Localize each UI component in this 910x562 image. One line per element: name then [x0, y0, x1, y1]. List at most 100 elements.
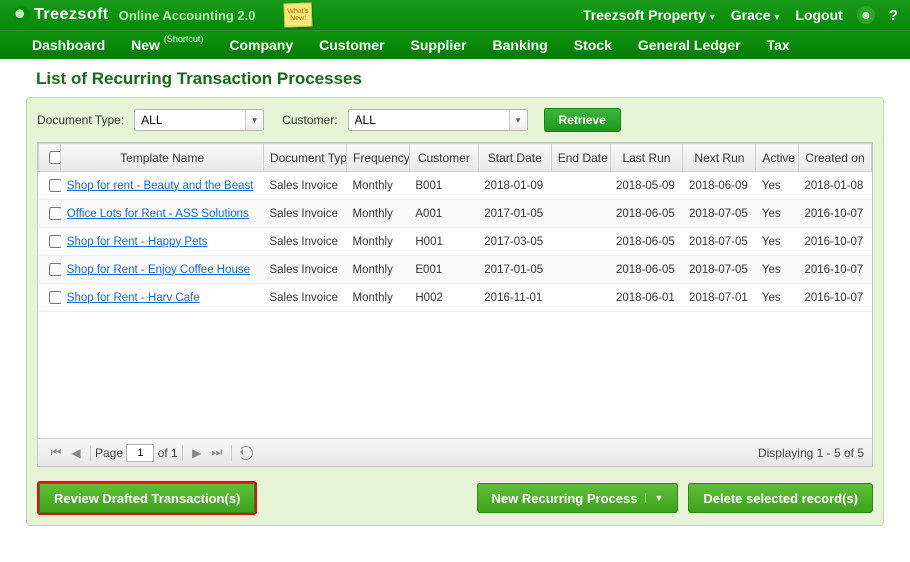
col-header[interactable]: Created on — [798, 144, 871, 172]
col-header[interactable]: Template Name — [61, 144, 264, 172]
grid-header-row: Template NameDocument TypeFrequencyCusto… — [39, 144, 872, 172]
cell: 2018-07-05 — [683, 228, 756, 256]
doc-type-combo[interactable]: ▾ — [134, 109, 264, 131]
cell: 2016-10-07 — [798, 284, 871, 312]
row-checkbox[interactable] — [49, 235, 61, 248]
next-page-button[interactable]: ▶ — [188, 444, 206, 462]
cell: 2018-07-01 — [683, 284, 756, 312]
user-menu[interactable]: Grace▼ — [731, 7, 782, 23]
col-header[interactable]: Customer — [409, 144, 478, 172]
cell: A001 — [409, 200, 478, 228]
refresh-button[interactable] — [237, 444, 255, 462]
table-row[interactable]: Shop for Rent - Harv Cafe Sales InvoiceMo… — [39, 284, 872, 312]
recurring-grid: Template NameDocument TypeFrequencyCusto… — [37, 142, 873, 467]
menu-banking[interactable]: Banking — [493, 37, 548, 53]
menu-supplier[interactable]: Supplier — [410, 37, 466, 53]
col-header[interactable]: Last Run — [610, 144, 683, 172]
cell: 2016-11-01 — [478, 284, 551, 312]
cell: Monthly — [347, 200, 410, 228]
review-highlight: Review Drafted Transaction(s) — [37, 481, 257, 515]
row-checkbox[interactable] — [49, 291, 61, 304]
review-drafted-button[interactable]: Review Drafted Transaction(s) — [39, 483, 255, 513]
delete-selected-button[interactable]: Delete selected record(s) — [688, 483, 873, 513]
cell: 2017-01-05 — [478, 256, 551, 284]
whats-new-sticky[interactable]: What's New! — [283, 3, 312, 28]
template-link[interactable]: Shop for Rent - Harv Cafe — [67, 292, 200, 304]
template-link[interactable]: Shop for Rent - Happy Pets — [67, 236, 208, 248]
col-header[interactable]: Active — [756, 144, 799, 172]
customer-label: Customer: — [282, 113, 337, 127]
prev-page-button[interactable]: ◀ — [67, 444, 85, 462]
col-header[interactable]: Document Type — [263, 144, 346, 172]
doc-type-input[interactable] — [135, 111, 245, 129]
display-count: Displaying 1 - 5 of 5 — [758, 446, 864, 460]
cell: 2018-01-09 — [478, 172, 551, 200]
doc-type-label: Document Type: — [37, 113, 124, 127]
page-title: List of Recurring Transaction Processes — [36, 69, 910, 89]
table-row[interactable]: Shop for Rent - Enjoy Coffee HouseSales … — [39, 256, 872, 284]
cell: 2018-07-05 — [683, 256, 756, 284]
customer-combo[interactable]: ▾ — [348, 109, 528, 131]
table-row[interactable]: Office Lots for Rent - ASS Solutions Sale… — [39, 200, 872, 228]
new-recurring-button[interactable]: New Recurring Process▼ — [477, 483, 679, 513]
cell: H002 — [409, 284, 478, 312]
table-row[interactable]: Shop for Rent - Happy Pets Sales InvoiceM… — [39, 228, 872, 256]
page-of: of 1 — [158, 446, 178, 460]
col-header[interactable]: Frequency — [347, 144, 410, 172]
col-header[interactable]: End Date — [551, 144, 610, 172]
cell: 2016-10-07 — [798, 256, 871, 284]
cell — [551, 172, 610, 200]
cell: Sales Invoice — [263, 228, 346, 256]
menu-tax[interactable]: Tax — [767, 37, 790, 53]
select-all-checkbox[interactable] — [49, 151, 61, 164]
cell: Monthly — [347, 172, 410, 200]
cell: Yes — [756, 228, 799, 256]
main-menu: Dashboard New (Shortcut) Company Custome… — [0, 30, 910, 59]
user-circle-icon[interactable]: ☻ — [857, 6, 875, 24]
menu-company[interactable]: Company — [229, 37, 293, 53]
row-checkbox[interactable] — [49, 263, 61, 276]
cell: 2018-06-05 — [610, 200, 683, 228]
customer-input[interactable] — [349, 111, 509, 129]
cell: 2018-07-05 — [683, 200, 756, 228]
cell — [551, 256, 610, 284]
action-bar: Review Drafted Transaction(s) New Recurr… — [37, 481, 873, 515]
last-page-button[interactable]: ⏭ — [208, 444, 226, 462]
table-row[interactable]: Shop for rent - Beauty and the BeastSale… — [39, 172, 872, 200]
property-menu[interactable]: Treezsoft Property▼ — [583, 7, 717, 23]
col-header[interactable]: Start Date — [478, 144, 551, 172]
menu-stock[interactable]: Stock — [574, 37, 612, 53]
col-header[interactable] — [39, 144, 61, 172]
menu-customer[interactable]: Customer — [319, 37, 384, 53]
retrieve-button[interactable]: Retrieve — [544, 108, 621, 132]
col-header[interactable]: Next Run — [683, 144, 756, 172]
cell: 2018-06-05 — [610, 228, 683, 256]
top-bar: Treezsoft Online Accounting 2.0 What's N… — [0, 0, 910, 30]
logo[interactable]: Treezsoft — [12, 6, 109, 24]
page-input[interactable] — [126, 444, 154, 462]
menu-general-ledger[interactable]: General Ledger — [638, 37, 741, 53]
menu-new[interactable]: New (Shortcut) — [131, 37, 203, 53]
cell: Sales Invoice — [263, 200, 346, 228]
help-icon[interactable]: ? — [889, 7, 898, 24]
cell: 2018-05-09 — [610, 172, 683, 200]
cell: Sales Invoice — [263, 284, 346, 312]
cell: 2018-06-09 — [683, 172, 756, 200]
first-page-button[interactable]: ⏮ — [47, 444, 65, 462]
logout-link[interactable]: Logout — [795, 7, 842, 23]
cell: 2017-03-05 — [478, 228, 551, 256]
row-checkbox[interactable] — [49, 207, 61, 220]
menu-dashboard[interactable]: Dashboard — [32, 37, 105, 53]
template-link[interactable]: Shop for Rent - Enjoy Coffee House — [67, 264, 250, 276]
cell: Yes — [756, 200, 799, 228]
chevron-down-icon[interactable]: ▾ — [245, 110, 263, 130]
cell: Monthly — [347, 284, 410, 312]
template-link[interactable]: Office Lots for Rent - ASS Solutions — [67, 208, 249, 220]
chevron-down-icon[interactable]: ▾ — [509, 110, 527, 130]
cell: H001 — [409, 228, 478, 256]
template-link[interactable]: Shop for rent - Beauty and the Beast — [67, 180, 254, 192]
row-checkbox[interactable] — [49, 179, 61, 192]
cell: Monthly — [347, 228, 410, 256]
cell: 2018-01-08 — [798, 172, 871, 200]
cell: 2018-06-01 — [610, 284, 683, 312]
